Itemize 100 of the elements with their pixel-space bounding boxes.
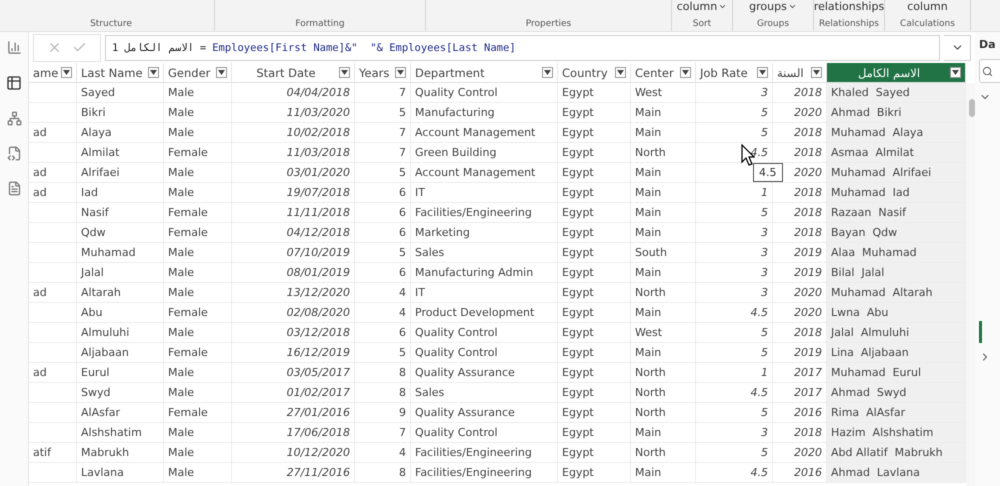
table-cell: Main [631,163,696,183]
table-cell: 8 [355,463,411,483]
filter-icon[interactable] [757,67,768,78]
table-cell: 2018 [773,223,827,243]
table-cell: 2020 [773,443,827,463]
table-cell: Egypt [558,143,631,163]
column-header[interactable]: Gender [164,63,232,83]
filter-icon[interactable] [339,67,350,78]
table-cell: Hazim Alshshatim [827,423,966,443]
report-view-icon[interactable] [6,40,22,55]
tmdl-view-icon[interactable] [6,181,22,196]
table-cell: 04/04/2018 [232,83,355,103]
table-cell: 2018 [773,423,827,443]
table-cell: Egypt [558,383,631,403]
table-cell: 2020 [773,283,827,303]
filter-icon[interactable] [950,67,961,78]
scrollbar-thumb[interactable] [969,99,975,117]
table-cell: Quality Control [411,423,558,443]
table-cell: Abu [77,303,164,323]
table-cell: Lwna Abu [827,303,966,323]
table-cell: Rima AlAsfar [827,403,966,423]
table-cell: Ahmad Swyd [827,383,966,403]
table-cell: Egypt [558,163,631,183]
table-cell: 13/12/2020 [232,283,355,303]
column-header[interactable]: السنة [773,63,827,83]
table-cell: 07/10/2019 [232,243,355,263]
table-cell: Male [164,163,232,183]
table-cell: Lina Aljabaan [827,343,966,363]
table-cell: Female [164,203,232,223]
table-cell: 03/01/2020 [232,163,355,183]
filter-icon[interactable] [542,67,553,78]
group-label: Groups [756,19,790,29]
table-cell: 08/01/2019 [232,263,355,283]
filter-icon[interactable] [811,67,822,78]
table-cell: 5 [355,243,411,263]
table-cell: 3 [696,423,773,443]
table-cell: Male [164,103,232,123]
table-cell: Main [631,223,696,243]
table-cell: 6 [355,183,411,203]
column-header[interactable]: Department [411,63,558,83]
column-header[interactable]: Center [631,63,696,83]
table-cell: Mabrukh [77,443,164,463]
filter-icon[interactable] [395,67,406,78]
column-header[interactable]: الاسم الكامل [827,63,966,83]
table-cell: North [631,283,696,303]
column-header[interactable]: Last Name [77,63,164,83]
table-cell: 1 [696,363,773,383]
table-cell: ad [29,283,77,303]
table-cell: 02/08/2020 [232,303,355,323]
table-cell: Asmaa Almilat [827,143,966,163]
table-cell: 3 [696,283,773,303]
table-cell: Abd Allatif Mabrukh [827,443,966,463]
table-cell: 5 [696,103,773,123]
dax-query-icon[interactable] [6,146,22,161]
table-cell: 7 [355,123,411,143]
ribbon-button[interactable]: groups [749,0,797,13]
table-view-icon[interactable] [6,75,22,91]
column-header[interactable]: Years [355,63,411,83]
table-cell: 3 [696,223,773,243]
ribbon-button[interactable]: relationships [814,0,884,13]
filter-icon[interactable] [680,67,691,78]
table-cell: North [631,403,696,423]
group-label: Calculations [900,19,955,29]
column-header[interactable]: Country [558,63,631,83]
pane-title: Da [979,38,996,51]
model-view-icon[interactable] [6,111,22,126]
column-header[interactable]: Job Rate [696,63,773,83]
table-cell: Main [631,203,696,223]
table-cell: Egypt [558,103,631,123]
table-cell: Marketing [411,223,558,243]
group-label: Structure [90,19,132,29]
table-cell: 17/06/2018 [232,423,355,443]
filter-icon[interactable] [148,67,159,78]
ribbon-button[interactable]: column [676,0,728,13]
table-cell: Quality Assurance [411,363,558,383]
table-cell: Facilities/Engineering [411,443,558,463]
table-cell: 2018 [773,123,827,143]
table-cell: Male [164,243,232,263]
table-cell: Female [164,403,232,423]
table-cell: Quality Assurance [411,403,558,423]
table-cell: 10/02/2018 [232,123,355,143]
table-cell: North [631,443,696,463]
table-cell: Egypt [558,423,631,443]
filter-icon[interactable] [615,67,626,78]
table-cell: Egypt [558,183,631,203]
ribbon-button[interactable]: column [907,0,948,13]
column-header[interactable]: Start Date [232,63,355,83]
table-cell: 2020 [773,103,827,123]
filter-icon[interactable] [61,67,72,78]
table-cell: 03/12/2018 [232,323,355,343]
table-cell: 2017 [773,383,827,403]
table-cell: Muhamad Alrifaei [827,163,966,183]
table-cell: 7 [355,83,411,103]
table-cell: 01/02/2017 [232,383,355,403]
column-header[interactable]: ame [29,63,77,83]
table-cell: Male [164,463,232,483]
table-cell: IT [411,183,558,203]
table-cell: Bayan Qdw [827,223,966,243]
filter-icon[interactable] [216,67,227,78]
table-cell: Egypt [558,123,631,143]
